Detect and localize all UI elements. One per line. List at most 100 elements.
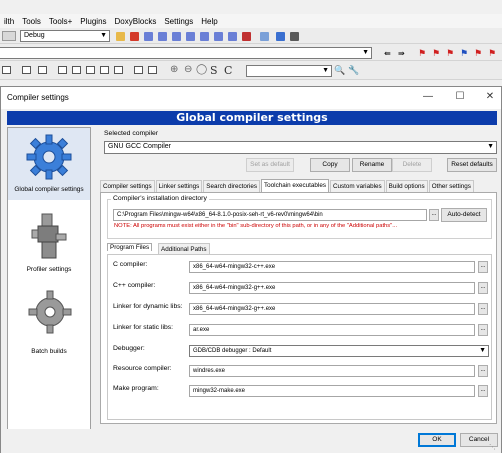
selected-compiler-value: GNU GCC Compiler [108,143,172,150]
align-icon[interactable] [86,66,95,74]
flag-icon[interactable]: ⚑ [488,48,496,59]
indent-icon[interactable] [100,66,109,74]
rename-button[interactable]: Rename [352,158,392,172]
menu-build[interactable]: ilth [0,17,18,26]
step-instruction-icon[interactable] [214,32,223,41]
close-icon[interactable]: ✕ [483,90,497,104]
sidebar-label: Profiler settings [26,266,72,273]
forward-arrow-icon[interactable]: ⇛ [398,49,405,58]
next-instruction-icon[interactable] [200,32,209,41]
debugger-value: GDB/CDB debugger : Default [193,348,272,354]
menu-tools-plus[interactable]: Tools+ [45,17,76,26]
stop-icon[interactable] [242,32,251,41]
tab-linker-settings[interactable]: Linker settings [155,180,203,192]
static-linker-browse-button[interactable]: ... [478,324,488,336]
zoom-in-icon[interactable]: ⊕ [170,64,178,75]
install-dir-browse-button[interactable]: ... [429,209,439,221]
selected-compiler-select[interactable]: GNU GCC Compiler ▼ [104,141,497,154]
minimize-icon[interactable]: — [421,90,435,104]
menu-bar: ilth Tools Tools+ Plugins DoxyBlocks Set… [0,14,502,28]
sidebar-item-global-compiler[interactable]: Global compiler settings [8,128,90,200]
back-arrow-icon[interactable]: ⇚ [384,49,391,58]
search-icon[interactable]: 🔍 [334,65,345,76]
search-select[interactable]: ▼ [246,65,332,77]
wrench-icon[interactable]: 🔧 [348,65,359,76]
install-dir-input[interactable]: C:\Program Files\mingw-w64\x86_64-8.1.0-… [113,209,427,221]
prev-bookmark-flag-icon[interactable]: ⚑ [432,48,440,59]
run-to-cursor-icon[interactable] [144,32,153,41]
code-format-icon[interactable]: C [224,64,232,77]
unfold-icon[interactable] [148,66,157,74]
screen-icon[interactable] [290,32,299,41]
debug-windows-icon[interactable] [260,32,269,41]
tab-toolchain-executables[interactable]: Toolchain executables [261,179,329,192]
toggle-flag-icon[interactable]: ⚑ [474,48,482,59]
tab-search-directories[interactable]: Search directories [203,180,261,192]
menu-tools[interactable]: Tools [18,17,45,26]
code-completion-select[interactable]: ▼ [0,47,372,59]
resize-grip-icon[interactable]: ⋱ [489,443,496,451]
reset-defaults-button[interactable]: Reset defaults [447,158,497,172]
auto-detect-button[interactable]: Auto-detect [441,208,487,222]
next-bookmark-flag-icon[interactable]: ⚑ [446,48,454,59]
dynamic-linker-input[interactable]: x86_64-w64-mingw32-g++.exe [189,303,475,315]
tab-other-settings[interactable]: Other settings [428,180,474,192]
install-dir-note: NOTE: All programs must exist either in … [114,223,398,229]
static-linker-input[interactable]: ar.exe [189,324,475,336]
zoom-reset-icon[interactable]: ◯ [196,64,207,75]
tab-custom-variables[interactable]: Custom variables [329,180,385,192]
unindent-icon[interactable] [114,66,123,74]
menu-doxyblocks[interactable]: DoxyBlocks [111,17,161,26]
spell-check-icon[interactable]: S [210,64,218,77]
delete-button[interactable]: Delete [392,158,432,172]
debugger-select[interactable]: GDB/CDB debugger : Default ▼ [189,345,489,357]
build-icon[interactable] [2,31,16,41]
clear-bookmarks-flag-icon[interactable]: ⚑ [460,48,468,59]
set-as-default-button[interactable]: Set as default [246,158,294,172]
dynamic-linker-label: Linker for dynamic libs: [113,303,183,310]
info-icon[interactable] [276,32,285,41]
dynamic-linker-browse-button[interactable]: ... [478,303,488,315]
comment-icon[interactable] [2,66,11,74]
resource-compiler-browse-button[interactable]: ... [478,365,488,377]
box-comment-icon[interactable] [72,66,81,74]
menu-settings[interactable]: Settings [160,17,197,26]
toolchain-panel: Compiler's installation directory C:\Pro… [100,192,497,424]
cpp-compiler-input[interactable]: x86_64-w64-mingw32-g++.exe [189,282,475,294]
maximize-icon[interactable]: ☐ [453,90,467,104]
settings-tabs: Compiler settings Linker settings Search… [100,179,475,192]
c-compiler-input[interactable]: x86_64-w64-mingw32-c++.exe [189,261,475,273]
chevron-down-icon: ▼ [322,67,329,74]
batch-gear-icon [28,290,72,334]
next-line-icon[interactable] [158,32,167,41]
zoom-out-icon[interactable]: ⊖ [184,64,192,75]
tab-compiler-settings[interactable]: Compiler settings [100,180,155,192]
navigation-toolbar: ▼ ⇚ ⇛ ⚑ ⚑ ⚑ ⚑ ⚑ ⚑ [0,44,502,61]
copy-button[interactable]: Copy [310,158,350,172]
stream-comment-icon[interactable] [58,66,67,74]
sidebar-item-profiler[interactable]: Profiler settings [8,208,90,280]
sidebar-item-batch-builds[interactable]: Batch builds [8,288,90,360]
make-program-browse-button[interactable]: ... [478,385,488,397]
ok-button[interactable]: OK [418,433,456,447]
make-program-input[interactable]: mingw32-make.exe [189,385,475,397]
dialog-titlebar: Compiler settings — ☐ ✕ [1,87,501,109]
wizard-icon[interactable] [116,32,125,41]
step-into-icon[interactable] [172,32,181,41]
c-compiler-browse-button[interactable]: ... [478,261,488,273]
tab-build-options[interactable]: Build options [385,180,428,192]
menu-plugins[interactable]: Plugins [76,17,110,26]
step-out-icon[interactable] [186,32,195,41]
break-icon[interactable] [228,32,237,41]
fold-icon[interactable] [134,66,143,74]
cpp-compiler-browse-button[interactable]: ... [478,282,488,294]
debug-icon[interactable] [130,32,139,41]
dialog-heading: Global compiler settings [7,111,497,125]
uncomment-icon[interactable] [22,66,31,74]
menu-help[interactable]: Help [197,17,221,26]
tab-program-files[interactable]: Program Files [107,243,153,251]
resource-compiler-input[interactable]: windres.exe [189,365,475,377]
bookmark-flag-icon[interactable]: ⚑ [418,48,426,59]
build-target-select[interactable]: Debug ▼ [20,30,110,42]
toggle-comment-icon[interactable] [38,66,47,74]
